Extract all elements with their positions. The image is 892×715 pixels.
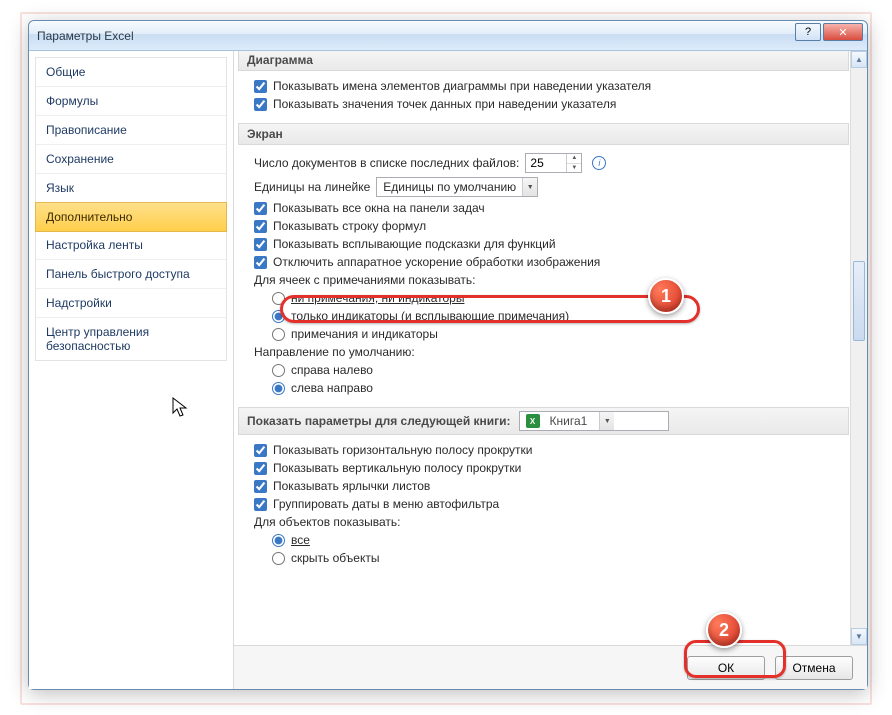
radio-comments-both[interactable] bbox=[272, 328, 285, 341]
vertical-scrollbar[interactable]: ▲ ▼ bbox=[850, 51, 867, 645]
radio-ltr[interactable] bbox=[272, 382, 285, 395]
sidebar-item-trust-center[interactable]: Центр управления безопасностью bbox=[36, 318, 226, 360]
recent-files-input[interactable] bbox=[526, 156, 566, 170]
chk-hscroll-label: Показывать горизонтальную полосу прокрут… bbox=[273, 443, 532, 457]
spin-down-icon[interactable]: ▼ bbox=[567, 164, 581, 173]
titlebar: Параметры Excel ? ✕ bbox=[29, 21, 867, 51]
info-icon[interactable]: i bbox=[592, 156, 606, 170]
chk-all-windows[interactable] bbox=[254, 202, 267, 215]
help-button[interactable]: ? bbox=[795, 23, 821, 41]
ok-button[interactable]: ОК bbox=[687, 656, 765, 680]
excel-icon: X bbox=[526, 414, 540, 428]
radio-objects-hide[interactable] bbox=[272, 552, 285, 565]
sidebar: Общие Формулы Правописание Сохранение Яз… bbox=[29, 51, 234, 689]
chk-chart-values-label: Показывать значения точек данных при нав… bbox=[273, 97, 616, 111]
chk-sheet-tabs-label: Показывать ярлычки листов bbox=[273, 479, 430, 493]
radio-comments-indicators[interactable] bbox=[272, 310, 285, 323]
scroll-up-icon[interactable]: ▲ bbox=[851, 51, 867, 68]
chk-group-dates[interactable] bbox=[254, 498, 267, 511]
radio-ltr-label: слева направо bbox=[291, 381, 373, 395]
ruler-units-dropdown[interactable]: Единицы по умолчанию ▼ bbox=[376, 177, 538, 197]
radio-objects-hide-label: скрыть объекты bbox=[291, 551, 379, 565]
sidebar-item-general[interactable]: Общие bbox=[36, 58, 226, 87]
section-chart-head: Диаграмма bbox=[238, 51, 849, 71]
chk-chart-names-label: Показывать имена элементов диаграммы при… bbox=[273, 79, 651, 93]
content-pane: Диаграмма Показывать имена элементов диа… bbox=[234, 51, 867, 689]
dialog-footer: ОК Отмена bbox=[234, 645, 867, 689]
close-button[interactable]: ✕ bbox=[823, 23, 863, 41]
spin-up-icon[interactable]: ▲ bbox=[567, 154, 581, 164]
annotation-badge-2: 2 bbox=[706, 612, 742, 648]
window-title: Параметры Excel bbox=[37, 29, 134, 43]
direction-label: Направление по умолчанию: bbox=[254, 343, 845, 361]
sidebar-item-quick-access[interactable]: Панель быстрого доступа bbox=[36, 260, 226, 289]
chk-hscroll[interactable] bbox=[254, 444, 267, 457]
section-screen-head: Экран bbox=[238, 123, 849, 145]
excel-options-dialog: Параметры Excel ? ✕ Общие Формулы Правоп… bbox=[28, 20, 868, 690]
sidebar-item-formulas[interactable]: Формулы bbox=[36, 87, 226, 116]
sidebar-item-proofing[interactable]: Правописание bbox=[36, 116, 226, 145]
radio-objects-all-label: все bbox=[291, 533, 310, 547]
chk-chart-values[interactable] bbox=[254, 98, 267, 111]
radio-comments-none-label: ни примечания, ни индикаторы bbox=[291, 291, 464, 305]
section-workbook-title: Показать параметры для следующей книги: bbox=[247, 414, 511, 428]
comments-mode-label: Для ячеек с примечаниями показывать: bbox=[254, 271, 845, 289]
workbook-dropdown[interactable]: X Книга1 ▼ bbox=[519, 411, 669, 431]
chk-formula-bar-label: Показывать строку формул bbox=[273, 219, 426, 233]
radio-objects-all[interactable] bbox=[272, 534, 285, 547]
radio-comments-none[interactable] bbox=[272, 292, 285, 305]
recent-files-label: Число документов в списке последних файл… bbox=[254, 156, 519, 170]
sidebar-item-save[interactable]: Сохранение bbox=[36, 145, 226, 174]
ruler-units-value: Единицы по умолчанию bbox=[377, 180, 522, 194]
recent-files-stepper[interactable]: ▲▼ bbox=[525, 153, 582, 173]
chk-all-windows-label: Показывать все окна на панели задач bbox=[273, 201, 485, 215]
radio-comments-indicators-label: только индикаторы (и всплывающие примеча… bbox=[291, 309, 569, 323]
scrollbar-thumb[interactable] bbox=[853, 261, 865, 341]
chk-disable-hw-accel[interactable] bbox=[254, 256, 267, 269]
sidebar-item-addins[interactable]: Надстройки bbox=[36, 289, 226, 318]
chk-tooltips[interactable] bbox=[254, 238, 267, 251]
radio-comments-both-label: примечания и индикаторы bbox=[291, 327, 438, 341]
chk-tooltips-label: Показывать всплывающие подсказки для фун… bbox=[273, 237, 556, 251]
chk-sheet-tabs[interactable] bbox=[254, 480, 267, 493]
cancel-button[interactable]: Отмена bbox=[775, 656, 853, 680]
annotation-badge-1: 1 bbox=[648, 278, 684, 314]
ruler-units-label: Единицы на линейке bbox=[254, 180, 370, 194]
chk-chart-names[interactable] bbox=[254, 80, 267, 93]
scroll-down-icon[interactable]: ▼ bbox=[851, 628, 867, 645]
chk-disable-hw-accel-label: Отключить аппаратное ускорение обработки… bbox=[273, 255, 600, 269]
sidebar-item-advanced[interactable]: Дополнительно bbox=[35, 202, 227, 232]
chk-formula-bar[interactable] bbox=[254, 220, 267, 233]
chk-vscroll[interactable] bbox=[254, 462, 267, 475]
section-workbook-head: Показать параметры для следующей книги: … bbox=[238, 407, 849, 435]
chk-vscroll-label: Показывать вертикальную полосу прокрутки bbox=[273, 461, 521, 475]
radio-rtl-label: справа налево bbox=[291, 363, 373, 377]
sidebar-item-customize-ribbon[interactable]: Настройка ленты bbox=[36, 231, 226, 260]
objects-label: Для объектов показывать: bbox=[254, 513, 845, 531]
chevron-down-icon: ▼ bbox=[599, 412, 614, 430]
radio-rtl[interactable] bbox=[272, 364, 285, 377]
workbook-name: Книга1 bbox=[544, 414, 594, 428]
chevron-down-icon: ▼ bbox=[522, 178, 537, 196]
chk-group-dates-label: Группировать даты в меню автофильтра bbox=[273, 497, 499, 511]
sidebar-item-language[interactable]: Язык bbox=[36, 174, 226, 203]
